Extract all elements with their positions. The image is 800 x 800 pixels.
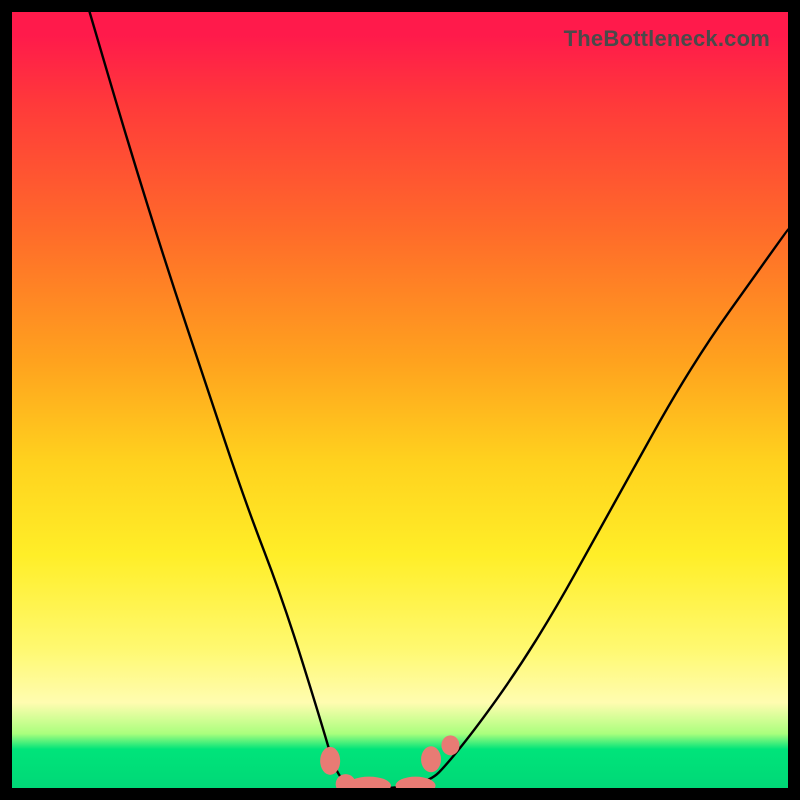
minimum-blob	[320, 735, 459, 788]
bottleneck-curve	[90, 12, 788, 788]
watermark-text: TheBottleneck.com	[564, 26, 770, 52]
curve-svg	[12, 12, 788, 788]
chart-frame: TheBottleneck.com	[0, 0, 800, 800]
plot-area: TheBottleneck.com	[12, 12, 788, 788]
